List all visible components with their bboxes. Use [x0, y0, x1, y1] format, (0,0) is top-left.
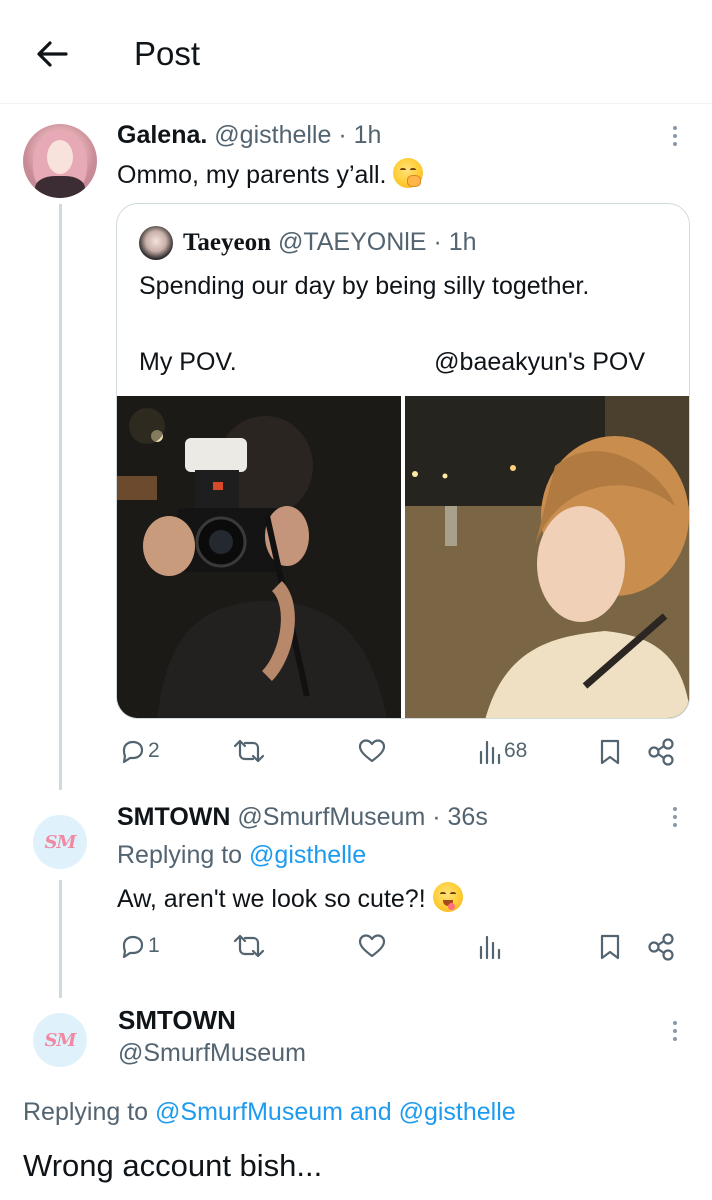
avatar[interactable]: SM: [33, 1013, 87, 1067]
display-name[interactable]: Galena.: [117, 121, 207, 149]
bookmark-button[interactable]: [598, 738, 622, 766]
replying-to-label: Replying to: [117, 841, 243, 869]
retweet-button[interactable]: [232, 932, 266, 960]
replying-to: Replying to @gisthelle: [117, 840, 366, 870]
timestamp: 1h: [448, 228, 477, 256]
like-button[interactable]: [358, 933, 386, 959]
thread-connector-line: [59, 204, 62, 790]
avatar-logo-text: SM: [44, 1029, 77, 1051]
tweet-text: Aw, aren't we look so cute?!: [117, 885, 426, 913]
tweet-text: Wrong account bish...: [23, 1148, 323, 1183]
quoted-tweet-pov-right: @baeakyun's POV: [434, 348, 645, 376]
reply-count: 1: [148, 934, 160, 957]
avatar[interactable]: [139, 226, 173, 260]
user-handle[interactable]: @SmurfMuseum: [118, 1038, 306, 1068]
heart-icon: [358, 934, 386, 958]
user-handle[interactable]: @gisthelle: [214, 121, 331, 149]
page-title: Post: [134, 35, 201, 72]
media-photo-right[interactable]: [405, 396, 689, 718]
separator-dot: ·: [433, 228, 442, 256]
back-button[interactable]: [30, 34, 74, 74]
quoted-tweet-pov-left: My POV.: [139, 348, 237, 376]
replying-to: Replying to @SmurfMuseum and @gisthelle: [23, 1096, 516, 1128]
retweet-icon: [233, 934, 265, 958]
user-handle: @TAEYONlE: [277, 228, 427, 256]
retweet-button[interactable]: [232, 737, 266, 765]
timestamp[interactable]: 36s: [448, 803, 488, 831]
arrow-left-icon: [37, 41, 68, 67]
bookmark-button[interactable]: [598, 933, 622, 961]
like-button[interactable]: [358, 738, 386, 764]
quoted-tweet-card[interactable]: Taeyeon @TAEYONlE · 1h Spending our day …: [116, 203, 690, 719]
thread-connector-line: [59, 880, 62, 998]
face-with-hand-over-mouth-icon: [393, 158, 424, 188]
quoted-tweet-text: Spending our day by being silly together…: [139, 272, 590, 300]
views-button[interactable]: 68: [478, 737, 527, 765]
more-options-button[interactable]: [665, 1017, 685, 1047]
separator-dot: ·: [338, 121, 347, 149]
more-options-button[interactable]: [665, 803, 685, 833]
share-icon: [648, 738, 674, 766]
reply-count: 2: [148, 739, 160, 762]
display-name[interactable]: SMTOWN: [117, 803, 230, 831]
reply-icon: [122, 740, 144, 764]
bookmark-icon: [600, 739, 620, 765]
retweet-icon: [233, 739, 265, 763]
media-photo-left[interactable]: [117, 396, 401, 718]
views-chart-icon: [479, 740, 501, 765]
tweet-header: SMTOWN @SmurfMuseum · 36s: [117, 802, 488, 832]
tweet-text-line: Aw, aren't we look so cute?!: [117, 882, 463, 915]
heart-icon: [358, 739, 386, 763]
share-icon: [648, 933, 674, 961]
reply-button[interactable]: 2: [118, 737, 160, 765]
display-name: Taeyeon: [183, 229, 271, 256]
user-handle[interactable]: @SmurfMuseum: [237, 803, 425, 831]
quoted-tweet-header: Taeyeon @TAEYONlE · 1h: [183, 228, 477, 257]
replying-to-handle[interactable]: @gisthelle: [399, 1098, 516, 1126]
separator-dot: ·: [432, 803, 441, 831]
tweet-text-line: Ommo, my parents y’all.: [117, 158, 424, 191]
replying-to-handle[interactable]: @SmurfMuseum: [155, 1098, 343, 1126]
display-name[interactable]: SMTOWN: [118, 1004, 236, 1036]
share-button[interactable]: [646, 737, 676, 767]
avatar[interactable]: [23, 124, 97, 198]
face-savoring-food-icon: [432, 882, 463, 912]
avatar-logo-text: SM: [44, 831, 77, 853]
more-options-button[interactable]: [665, 122, 685, 152]
top-bar: Post: [0, 0, 712, 104]
reply-button[interactable]: 1: [118, 932, 160, 960]
replying-to-handle[interactable]: @gisthelle: [249, 841, 366, 869]
replying-to-label: Replying to: [23, 1098, 149, 1126]
view-count: 68: [504, 739, 528, 762]
views-chart-icon: [479, 935, 501, 960]
tweet-header: Galena. @gisthelle · 1h: [117, 120, 381, 150]
replying-to-and[interactable]: and: [350, 1098, 392, 1126]
timestamp[interactable]: 1h: [354, 121, 382, 149]
reply-icon: [122, 935, 144, 959]
views-button[interactable]: [478, 932, 502, 960]
tweet-text: Ommo, my parents y’all.: [117, 161, 387, 189]
avatar[interactable]: SM: [33, 815, 87, 869]
share-button[interactable]: [646, 932, 676, 962]
bookmark-icon: [600, 934, 620, 960]
